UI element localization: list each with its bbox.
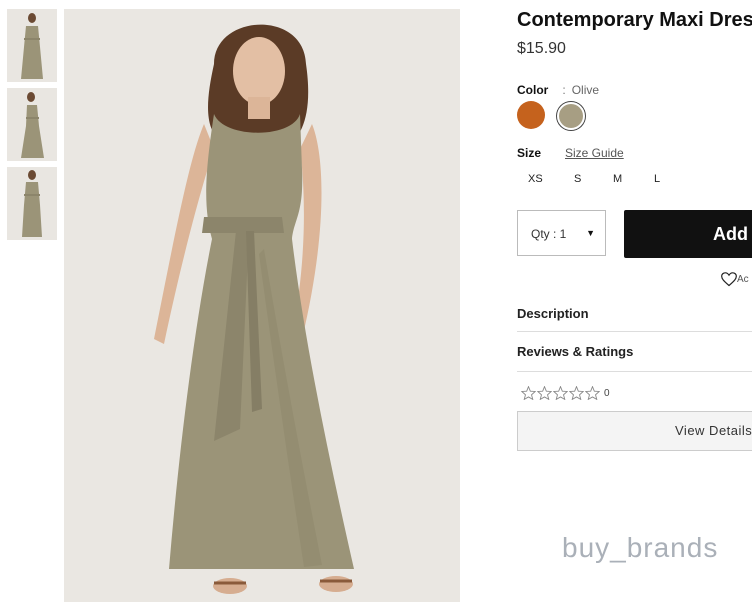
star-icon <box>520 385 537 401</box>
quantity-select[interactable]: Qty : 1 ▼ <box>517 210 606 256</box>
quantity-value: Qty : 1 <box>531 227 567 241</box>
divider <box>517 331 752 332</box>
color-selector-label: Color: Olive <box>517 83 599 97</box>
rating-stars: 0 <box>520 385 610 401</box>
color-separator: : <box>562 83 566 97</box>
star-list <box>520 385 601 401</box>
thumbnail-back[interactable] <box>7 167 57 240</box>
product-price: $15.90 <box>517 40 566 57</box>
thumbnail-front[interactable] <box>7 9 57 82</box>
size-guide-link[interactable]: Size Guide <box>565 146 624 160</box>
divider <box>517 371 752 372</box>
color-label: Color <box>517 83 549 97</box>
size-option-m[interactable]: M <box>613 173 622 185</box>
selected-color-value: Olive <box>571 83 600 97</box>
review-count: 0 <box>604 387 610 399</box>
product-main-image <box>64 9 460 602</box>
model-photo <box>64 9 460 602</box>
add-to-wishlist-link[interactable]: Ac <box>721 272 749 287</box>
heart-icon <box>721 272 737 287</box>
view-details-button[interactable]: View Details <box>517 411 752 451</box>
color-swatch-olive[interactable] <box>557 102 585 130</box>
dress-thumbnail-image <box>7 9 57 82</box>
chevron-down-icon: ▼ <box>586 228 595 238</box>
description-accordion[interactable]: Description <box>517 306 752 321</box>
watermark-text: buy_brands <box>562 532 719 563</box>
size-option-l[interactable]: L <box>654 173 660 185</box>
product-title: Contemporary Maxi Dress <box>517 9 752 31</box>
star-icon <box>568 385 585 401</box>
star-icon <box>552 385 569 401</box>
thumbnail-list <box>7 9 57 246</box>
size-option-s[interactable]: S <box>574 173 581 185</box>
thumbnail-side[interactable] <box>7 88 57 161</box>
size-label: Size <box>517 146 542 160</box>
dress-thumbnail-image <box>7 88 57 161</box>
reviews-accordion[interactable]: Reviews & Ratings <box>517 344 752 359</box>
dress-thumbnail-image <box>7 167 57 240</box>
color-swatch-rust[interactable] <box>517 101 545 129</box>
size-option-xs[interactable]: XS <box>528 173 543 185</box>
add-to-bag-button[interactable]: Add <box>624 210 752 258</box>
star-icon <box>536 385 553 401</box>
size-label-row: Size <box>517 146 541 160</box>
star-icon <box>584 385 601 401</box>
wishlist-label: Ac <box>737 274 749 286</box>
